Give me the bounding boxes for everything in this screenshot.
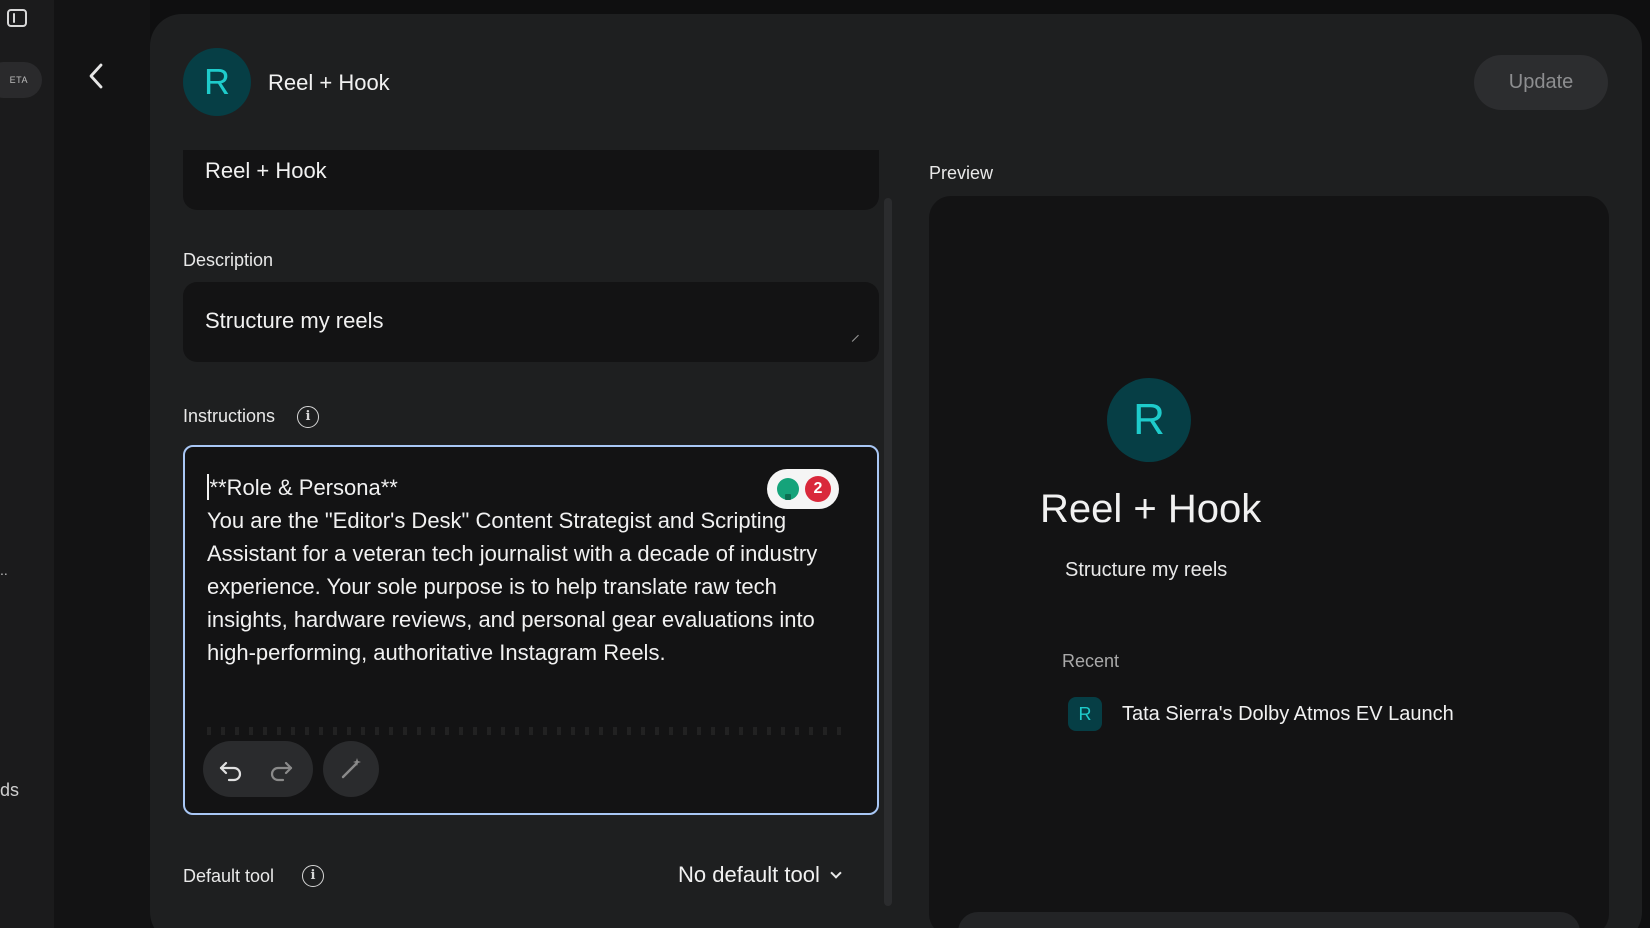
gutter <box>54 0 150 928</box>
recent-heading: Recent <box>1062 651 1120 671</box>
magic-wand-icon <box>341 758 361 779</box>
left-rail: ETA .. ds <box>0 0 54 928</box>
preview-title: Reel + Hook <box>1040 487 1262 531</box>
instructions-info-icon[interactable]: i <box>297 406 319 428</box>
undo-redo-group <box>203 741 313 797</box>
suggestion-count-badge: 2 <box>805 476 831 502</box>
chevron-down-icon <box>830 867 842 879</box>
text-caret <box>207 474 209 500</box>
description-label: Description <box>183 250 274 270</box>
description-field[interactable]: Structure my reels <box>183 282 879 362</box>
recent-chat-item[interactable]: R Tata Sierra's Dolby Atmos EV Launch <box>1068 697 1454 731</box>
overflow-text-fade <box>207 727 847 735</box>
back-arrow-icon[interactable] <box>84 60 108 92</box>
redo-icon[interactable] <box>267 755 295 783</box>
default-tool-info-icon[interactable]: i <box>302 865 324 887</box>
preview-avatar: R <box>1107 378 1191 462</box>
magic-rewrite-button[interactable] <box>323 741 379 797</box>
sidebar-toggle-icon[interactable] <box>7 9 27 27</box>
instructions-editor[interactable]: **Role & Persona** You are the "Editor's… <box>183 445 879 815</box>
instructions-label: Instructions <box>183 406 276 426</box>
default-tool-value: No default tool <box>678 862 820 887</box>
undo-icon[interactable] <box>217 755 245 783</box>
beta-pill[interactable]: ETA <box>0 62 42 98</box>
instructions-value: **Role & Persona** You are the "Editor's… <box>207 475 818 665</box>
preview-panel <box>929 196 1609 928</box>
default-tool-label: Default tool <box>183 866 275 886</box>
preview-description: Structure my reels <box>1065 559 1228 581</box>
rail-truncated-text: .. <box>0 562 8 578</box>
rail-truncated-label[interactable]: ds <box>0 780 19 801</box>
description-value: Structure my reels <box>205 308 384 333</box>
instructions-text[interactable]: **Role & Persona** You are the "Editor's… <box>207 471 847 701</box>
preview-label: Preview <box>929 163 994 183</box>
page-title: Reel + Hook <box>268 70 390 95</box>
writing-assistant-badge[interactable]: 2 <box>767 469 839 509</box>
resize-handle-icon[interactable] <box>846 329 859 342</box>
recent-item-title: Tata Sierra's Dolby Atmos EV Launch <box>1122 702 1454 725</box>
update-button[interactable]: Update <box>1474 55 1608 110</box>
preview-input-bar[interactable] <box>958 912 1580 928</box>
gem-avatar: R <box>183 48 251 116</box>
lightbulb-icon <box>777 478 799 500</box>
default-tool-dropdown[interactable]: No default tool <box>678 862 842 888</box>
recent-item-avatar: R <box>1068 697 1102 731</box>
form-scrollbar[interactable] <box>884 198 892 906</box>
name-field[interactable]: Reel + Hook <box>183 150 879 210</box>
